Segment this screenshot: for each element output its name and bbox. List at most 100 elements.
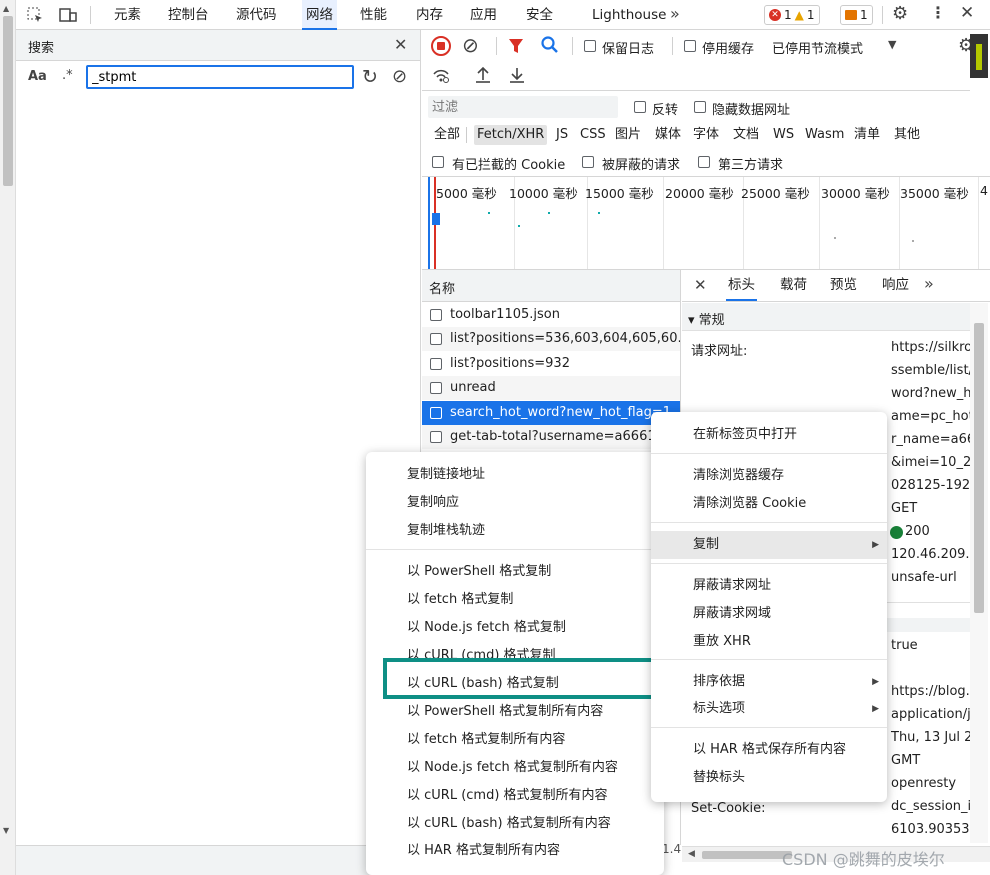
type-filter-3[interactable]: CSS <box>577 125 609 145</box>
close-details-icon[interactable]: ✕ <box>694 276 707 294</box>
network-conditions-icon[interactable] <box>431 65 451 89</box>
clear-log-icon[interactable]: ⊘ <box>462 33 479 57</box>
close-search-icon[interactable]: ✕ <box>394 35 407 54</box>
blocked-cookies-checkbox[interactable] <box>432 156 444 168</box>
record-stop-icon[interactable] <box>431 36 451 56</box>
search-icon[interactable] <box>540 35 560 59</box>
scroll-thumb[interactable] <box>3 16 13 186</box>
context-menu-item[interactable]: 复制 ▶ <box>651 531 887 559</box>
tab-2[interactable]: 源代码 <box>232 0 281 30</box>
general-section-header[interactable]: ▾ 常规 <box>682 303 970 331</box>
request-url-label: 请求网址: <box>691 344 748 359</box>
copy-menu-item[interactable]: 以 PowerShell 格式复制 <box>366 558 664 586</box>
inspect-icon[interactable] <box>26 6 44 24</box>
filter-funnel-icon[interactable] <box>508 37 524 59</box>
tab-0[interactable]: 元素 <box>110 0 145 30</box>
hide-data-urls-checkbox[interactable] <box>694 101 706 113</box>
details-scrollbar[interactable] <box>970 303 988 843</box>
match-case-toggle[interactable]: Aa <box>28 69 47 84</box>
context-menu-item[interactable]: 替换标头 <box>651 764 887 792</box>
tab-6[interactable]: 应用 <box>466 0 501 30</box>
type-filter-1[interactable]: Fetch/XHR <box>474 125 548 145</box>
filter-input[interactable] <box>428 96 618 118</box>
timeline-overview[interactable]: 5000 毫秒 10000 毫秒 15000 毫秒 20000 毫秒 25000 毫秒 3… <box>422 177 990 270</box>
context-menu-item[interactable]: 屏蔽请求网域 <box>651 600 887 628</box>
tab-4[interactable]: 性能 <box>356 0 391 30</box>
type-filter-11[interactable]: 其他 <box>891 125 923 145</box>
more-options-icon[interactable]: ⋮ <box>930 3 946 22</box>
type-filter-0[interactable]: 全部 <box>431 125 463 145</box>
third-party-checkbox[interactable] <box>698 156 710 168</box>
left-scrollbar[interactable]: ▲ ▼ <box>0 0 16 875</box>
type-filter-2[interactable]: JS <box>553 125 571 145</box>
type-filter-9[interactable]: Wasm <box>802 125 847 145</box>
context-menu-item[interactable]: 标头选项 ▶ <box>651 695 887 723</box>
context-menu-item[interactable]: 重放 XHR <box>651 628 887 656</box>
type-filter-8[interactable]: WS <box>770 125 797 145</box>
refresh-search-icon[interactable]: ↻ <box>362 66 378 88</box>
more-tabs-button[interactable]: » <box>670 4 680 23</box>
copy-menu-item[interactable]: 复制链接地址 <box>366 461 664 489</box>
copy-menu-item[interactable]: 以 cURL (cmd) 格式复制所有内容 <box>366 782 664 810</box>
context-menu-label: 排序依据 <box>693 674 746 689</box>
context-menu-item[interactable]: 在新标签页中打开 <box>651 421 887 449</box>
type-filter-5[interactable]: 媒体 <box>652 125 684 145</box>
tab-5[interactable]: 内存 <box>412 0 447 30</box>
details-more-tabs[interactable]: » <box>924 274 934 293</box>
request-row[interactable]: list?positions=932 <box>422 351 680 376</box>
copy-menu-item[interactable]: 以 fetch 格式复制 <box>366 586 664 614</box>
type-filter-4[interactable]: 图片 <box>612 125 644 145</box>
error-badge[interactable]: ✕ 1 ▲ 1 <box>764 5 820 25</box>
request-row[interactable]: search_hot_word?new_hot_flag=1... <box>422 400 680 425</box>
copy-menu-item[interactable]: 复制响应 <box>366 489 664 517</box>
device-toolbar-icon[interactable] <box>58 6 78 24</box>
copy-menu-item[interactable]: 以 fetch 格式复制所有内容 <box>366 726 664 754</box>
name-column-header[interactable]: 名称 <box>422 270 680 302</box>
copy-menu-item[interactable]: 以 cURL (bash) 格式复制所有内容 <box>366 810 664 838</box>
copy-menu-item[interactable]: 以 Node.js fetch 格式复制 <box>366 614 664 642</box>
export-har-icon[interactable] <box>508 65 526 89</box>
disable-cache-checkbox[interactable] <box>684 40 696 52</box>
scroll-up-arrow[interactable]: ▲ <box>3 4 9 13</box>
search-input[interactable] <box>86 65 354 89</box>
scroll-down-arrow[interactable]: ▼ <box>3 826 9 835</box>
context-menu-item[interactable]: 屏蔽请求网址 <box>651 572 887 600</box>
context-menu-item[interactable]: 清除浏览器缓存 <box>651 462 887 490</box>
request-row[interactable]: unread <box>422 376 680 401</box>
preserve-log-checkbox[interactable] <box>584 40 596 52</box>
general-section-title: ▾ 常规 <box>688 313 725 328</box>
blocked-requests-checkbox[interactable] <box>582 156 594 168</box>
context-menu-item[interactable]: 排序依据 ▶ <box>651 668 887 696</box>
clear-search-icon[interactable]: ⊘ <box>392 66 407 87</box>
issues-badge[interactable]: 1 <box>840 5 873 25</box>
context-menu-item[interactable]: 以 HAR 格式保存所有内容 <box>651 736 887 764</box>
type-filter-6[interactable]: 字体 <box>690 125 722 145</box>
copy-menu-item[interactable]: 复制堆栈轨迹 <box>366 517 664 545</box>
details-tab-3[interactable]: 响应 <box>880 270 911 301</box>
throttling-select[interactable]: 已停用节流模式 <box>772 38 863 57</box>
request-row[interactable]: toolbar1105.json <box>422 303 680 327</box>
header-value: application/j <box>891 707 971 722</box>
settings-gear-icon[interactable]: ⚙ <box>892 3 908 24</box>
throttling-dropdown-icon[interactable]: ▼ <box>888 38 896 51</box>
context-menu-item[interactable]: 清除浏览器 Cookie <box>651 490 887 518</box>
copy-menu-item[interactable]: 以 HAR 格式复制所有内容 <box>366 837 664 865</box>
copy-menu-item[interactable]: 以 PowerShell 格式复制所有内容 <box>366 698 664 726</box>
tab-8[interactable]: Lighthouse <box>588 0 670 30</box>
request-row[interactable]: get-tab-total?username=a66613 <box>422 425 680 449</box>
tab-3[interactable]: 网络 <box>302 0 337 30</box>
type-filter-10[interactable]: 清单 <box>851 125 883 145</box>
request-row[interactable]: list?positions=536,603,604,605,60... <box>422 327 680 352</box>
type-filter-7[interactable]: 文档 <box>730 125 762 145</box>
details-scroll-thumb[interactable] <box>974 323 984 613</box>
import-har-icon[interactable] <box>474 65 492 89</box>
close-devtools-icon[interactable]: ✕ <box>960 3 974 23</box>
regex-toggle[interactable]: .* <box>62 68 73 83</box>
invert-checkbox[interactable] <box>634 101 646 113</box>
tab-1[interactable]: 控制台 <box>164 0 213 30</box>
details-tab-1[interactable]: 载荷 <box>778 270 809 301</box>
tab-7[interactable]: 安全 <box>522 0 557 30</box>
details-tab-2[interactable]: 预览 <box>828 270 859 301</box>
details-tab-0[interactable]: 标头 <box>726 270 757 301</box>
copy-menu-item[interactable]: 以 Node.js fetch 格式复制所有内容 <box>366 754 664 782</box>
